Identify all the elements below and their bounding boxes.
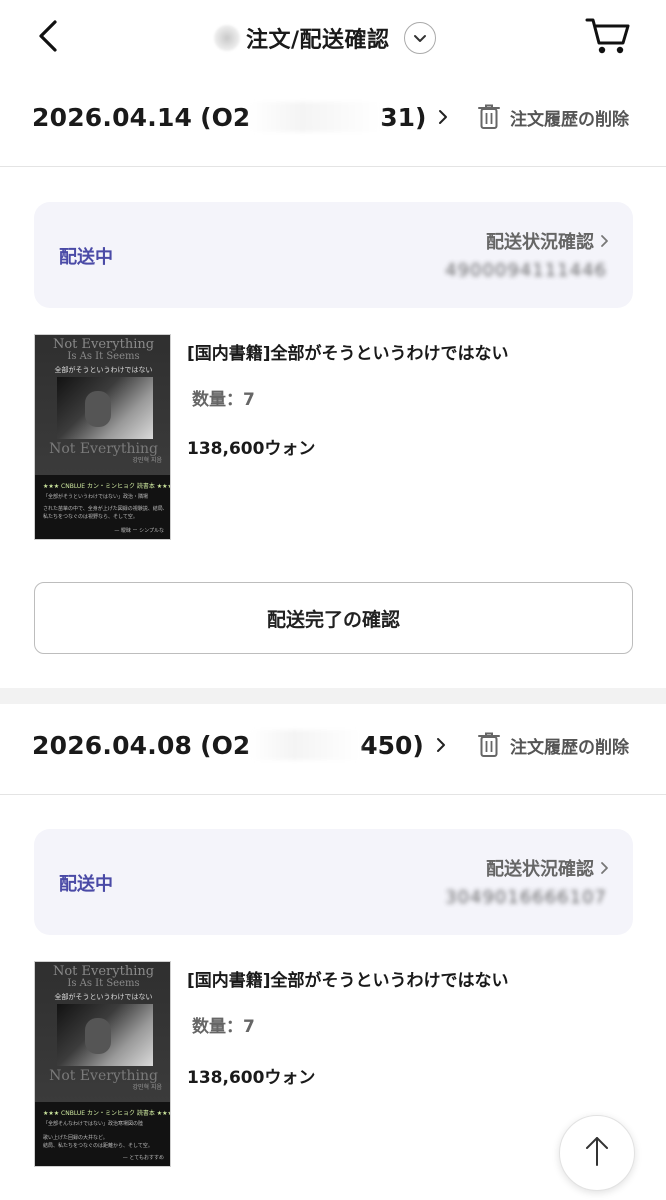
chevron-down-icon bbox=[413, 29, 427, 48]
delete-order-history-label: 注文履歴の削除 bbox=[510, 109, 629, 130]
cover-stars: ★★★ CNBLUE カン・ミンヒョク 読書本 ★★★ bbox=[43, 483, 171, 490]
order-number-prefix: (O2 bbox=[200, 102, 251, 132]
cover-bottom: ★★★ CNBLUE カン・ミンヒョク 読書本 ★★★ 「全部がそうというわけで… bbox=[35, 475, 171, 539]
chevron-right-icon bbox=[436, 737, 446, 753]
order-number-suffix: 31) bbox=[380, 102, 427, 132]
delivery-status: 配送中 bbox=[59, 247, 113, 268]
order-number-redacted bbox=[250, 730, 361, 760]
cover-line: — とてもおすすめ bbox=[122, 1155, 164, 1161]
cover-stars: ★★★ CNBLUE カン・ミンヒョク 読書本 ★★★ bbox=[43, 1110, 171, 1117]
delete-order-history-button[interactable]: 注文履歴の削除 bbox=[478, 732, 629, 758]
track-delivery-label: 配送状況確認 bbox=[486, 859, 594, 880]
product-name[interactable]: [国内書籍]全部がそうというわけではない bbox=[187, 339, 509, 364]
cart-icon bbox=[585, 16, 631, 60]
order-date: 2026.04.08 bbox=[32, 730, 193, 760]
product-price: 138,600ウォン bbox=[187, 1068, 316, 1088]
tracking-number: 4900094111446 bbox=[445, 260, 607, 281]
product-quantity: 数量：7 bbox=[192, 1017, 255, 1037]
title-dropdown-button[interactable] bbox=[403, 22, 436, 54]
back-button[interactable] bbox=[26, 14, 70, 62]
cover-line: 「全部がそうというわけではない」政治・隣場 bbox=[43, 494, 149, 500]
delete-order-history-label: 注文履歴の削除 bbox=[510, 737, 629, 758]
delivery-status-card: 配送中 配送状況確認 4900094111446 bbox=[34, 202, 633, 308]
page-title: 注文/配送確認 bbox=[246, 28, 390, 53]
cover-bottom: ★★★ CNBLUE カン・ミンヒョク 読書本 ★★★ 「全部そんなわけではない… bbox=[35, 1102, 171, 1166]
tracking-number: 3049016666107 bbox=[445, 887, 607, 908]
delivery-status-card: 配送中 配送状況確認 3049016666107 bbox=[34, 829, 633, 935]
cover-author: 강민혁 지음 bbox=[132, 1084, 162, 1091]
cover-title-en: Not Everything bbox=[52, 964, 155, 979]
track-delivery-label: 配送状況確認 bbox=[486, 232, 594, 253]
redacted-mark bbox=[214, 25, 240, 51]
order-number-link[interactable]: 2026.04.08 (O2 450) bbox=[32, 730, 446, 760]
chevron-left-icon bbox=[36, 19, 60, 57]
order-header: 2026.04.14 (O2 31) 注文履歴の削除 bbox=[0, 76, 666, 166]
cart-button[interactable] bbox=[582, 14, 634, 62]
cover-line: 結局、私たちをつなぐのは距離から、そして空。 bbox=[43, 1143, 153, 1149]
cover-title-jp: 全部がそうというわけではない bbox=[54, 993, 153, 1001]
product-name[interactable]: [国内書籍]全部がそうというわけではない bbox=[187, 966, 509, 991]
track-delivery-link[interactable]: 配送状況確認 bbox=[486, 855, 609, 881]
app-header: 注文/配送確認 bbox=[0, 0, 666, 76]
divider bbox=[0, 166, 666, 167]
product-cover-image[interactable]: Not Everything Is As It Seems 全部がそうというわけ… bbox=[34, 961, 171, 1167]
order-number-prefix: (O2 bbox=[200, 730, 251, 760]
cover-photo bbox=[57, 377, 153, 439]
cover-subtitle-en: Is As It Seems bbox=[67, 978, 140, 989]
divider bbox=[0, 794, 666, 795]
product-cover-image[interactable]: Not Everything Is As It Seems 全部がそうというわけ… bbox=[34, 334, 171, 540]
cover-subtitle-en: Is As It Seems bbox=[67, 351, 140, 362]
order-number-redacted bbox=[250, 102, 381, 132]
delete-order-history-button[interactable]: 注文履歴の削除 bbox=[478, 104, 629, 130]
cover-line: 私たちをつなぐのは視野なら、そして空。 bbox=[43, 514, 138, 520]
confirm-delivery-button[interactable]: 配送完了の確認 bbox=[34, 582, 633, 654]
cover-line: 「全部そんなわけではない」政治寒場図の陸 bbox=[43, 1121, 144, 1127]
trash-icon bbox=[478, 732, 500, 758]
cover-photo bbox=[57, 1004, 153, 1066]
order-header: 2026.04.08 (O2 450) 注文履歴の削除 bbox=[0, 704, 666, 794]
cover-line: された苗箪の中で、全身が上げた図録の視験説、結局、 bbox=[43, 506, 164, 512]
scroll-to-top-button[interactable] bbox=[559, 1115, 635, 1191]
order-number-link[interactable]: 2026.04.14 (O2 31) bbox=[32, 102, 448, 132]
section-separator bbox=[0, 688, 666, 704]
trash-icon bbox=[478, 104, 500, 130]
product-quantity: 数量：7 bbox=[192, 390, 255, 410]
chevron-right-icon bbox=[600, 234, 609, 248]
title-area: 注文/配送確認 bbox=[214, 18, 436, 58]
arrow-up-icon bbox=[584, 1134, 610, 1172]
cover-author: 강민혁 지음 bbox=[132, 457, 162, 464]
cover-line: — 曖昧 ー シンプルな bbox=[114, 528, 164, 534]
cover-line: 歌い上げた回録の大井など。 bbox=[43, 1135, 108, 1141]
order-number-suffix: 450) bbox=[360, 730, 424, 760]
delivery-status: 配送中 bbox=[59, 874, 113, 895]
product-price: 138,600ウォン bbox=[187, 439, 316, 459]
chevron-right-icon bbox=[438, 109, 448, 125]
order-date: 2026.04.14 bbox=[32, 102, 193, 132]
chevron-right-icon bbox=[600, 861, 609, 875]
cover-title-en: Not Everything bbox=[52, 337, 155, 352]
cover-title-jp: 全部がそうというわけではない bbox=[54, 366, 153, 374]
track-delivery-link[interactable]: 配送状況確認 bbox=[486, 228, 609, 254]
